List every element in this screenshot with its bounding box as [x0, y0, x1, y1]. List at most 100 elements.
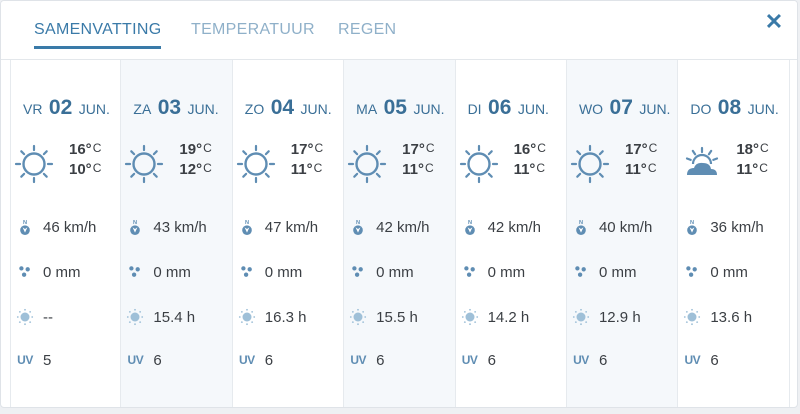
temp-unit: C: [203, 141, 212, 155]
day-column[interactable]: WO 07 JUN. 17°C 11°C N 40 km/h 0 mm 12.9…: [566, 60, 679, 407]
wind-row: N 47 km/h: [237, 217, 318, 237]
uv-index: 6: [376, 351, 385, 369]
day-column[interactable]: VR 02 JUN. 16°C 10°C N 46 km/h 0 mm -- U…: [10, 60, 122, 407]
temp-unit: C: [648, 141, 658, 155]
day-number: 07: [609, 96, 633, 119]
day-columns: VR 02 JUN. 16° C 10° C N 46 km/h 0 mm -- U…: [10, 60, 790, 407]
uv-row: UV 5: [15, 350, 51, 370]
sunshine-icon: [237, 307, 257, 327]
day-date: VR 02 JUN.: [23, 96, 110, 120]
day-of-week: WO: [578, 101, 604, 117]
temperature-range: 17°C 11°C: [625, 140, 657, 180]
day-date: WO 07 JUN.: [579, 96, 671, 120]
wind-direction-icon: N: [571, 217, 591, 237]
day-of-week: MA: [356, 101, 378, 117]
sun-icon: [236, 144, 276, 184]
day-of-week: DO: [690, 101, 712, 117]
temp-max: 17°: [402, 141, 425, 158]
temp-unit: C: [314, 141, 324, 155]
wind-direction-icon: N: [15, 217, 35, 237]
temp-unit: C: [536, 161, 546, 175]
day-month: JUN.: [300, 101, 332, 117]
tab-regen[interactable]: REGEN: [338, 21, 396, 39]
day-month: JUN.: [187, 101, 219, 117]
temp-min: 11°: [624, 161, 647, 178]
uv-label: UV: [17, 353, 33, 367]
wind-direction-icon: N: [237, 217, 257, 237]
close-icon[interactable]: ✕: [763, 11, 785, 33]
day-column[interactable]: ZA 03 JUN. 19°C 12°C N 43 km/h 0 mm 15.4…: [121, 60, 233, 407]
rain-drops-icon: [682, 262, 702, 282]
day-column[interactable]: ZO 04 JUN. 17°C 11°C N 47 km/h 0 mm 16.3…: [233, 60, 345, 407]
sunshine-icon: [571, 307, 591, 327]
sunshine-hours: --: [43, 308, 53, 326]
wind-row: N 36 km/h: [682, 217, 764, 237]
rain-drops-icon: [237, 262, 257, 282]
rain-amount: 0 mm: [710, 263, 748, 281]
day-number: 05: [383, 96, 407, 119]
svg-text:N: N: [356, 220, 360, 226]
rain-drops-icon: [460, 262, 480, 282]
temp-max: 16°: [69, 141, 92, 158]
day-of-week: DI: [467, 101, 482, 117]
temp-unit: C: [760, 141, 769, 155]
temp-min: 10°: [69, 161, 92, 178]
uv-index: 5: [43, 351, 52, 369]
day-column[interactable]: DI 06 JUN. 16°C 11°C N 42 km/h 0 mm 14.2…: [456, 60, 567, 407]
wind-speed: 40 km/h: [598, 218, 653, 236]
day-number: 02: [48, 96, 73, 119]
rain-drops-icon: [348, 262, 368, 282]
uv-label: UV: [573, 353, 589, 367]
sun-icon: [459, 144, 499, 184]
uv-index: 6: [598, 351, 608, 369]
day-number: 06: [488, 96, 512, 119]
sunshine-hours: 14.2 h: [487, 308, 530, 326]
sunshine-hours: 15.4 h: [153, 308, 196, 326]
day-date: DI 06 JUN.: [468, 96, 549, 120]
temp-min: 12°: [179, 161, 203, 178]
temp-unit: C: [537, 141, 546, 155]
day-of-week: VR: [23, 101, 43, 117]
day-column[interactable]: MA 05 JUN. 17°C 11°C N 42 km/h 0 mm 15.5…: [344, 60, 456, 407]
temp-min: 11°: [290, 161, 313, 178]
rain-row: 0 mm: [682, 262, 748, 282]
temperature-range: 16°C 11°C: [514, 140, 546, 180]
sunshine-row: 16.3 h: [237, 307, 307, 327]
day-month: JUN.: [413, 101, 445, 117]
uv-index: 6: [487, 351, 496, 369]
day-month: JUN.: [747, 101, 779, 117]
sun-icon: [124, 144, 164, 184]
rain-row: 0 mm: [125, 262, 191, 282]
rain-row: 0 mm: [15, 262, 81, 282]
sunshine-icon: [125, 307, 145, 327]
rain-amount: 0 mm: [376, 263, 414, 281]
temp-min: 11°: [736, 161, 759, 178]
sun-icon: [347, 144, 387, 184]
rain-amount: 0 mm: [487, 263, 526, 281]
day-of-week: ZO: [244, 101, 265, 117]
wind-speed: 46 km/h: [43, 218, 97, 236]
wind-row: N 40 km/h: [571, 217, 652, 237]
svg-text:N: N: [579, 220, 583, 226]
uv-index: 6: [264, 351, 274, 369]
temp-unit: C: [647, 161, 657, 175]
sunshine-row: 12.9 h: [571, 307, 641, 327]
sun-icon: [570, 144, 610, 184]
tab-samenvatting[interactable]: SAMENVATTING: [34, 21, 162, 49]
day-number: 03: [157, 96, 182, 119]
wind-speed: 42 km/h: [487, 218, 541, 236]
rain-row: 0 mm: [237, 262, 303, 282]
temp-min: 11°: [513, 161, 536, 178]
wind-speed: 36 km/h: [710, 218, 764, 236]
day-column[interactable]: DO 08 JUN. 18°C 11°C N 36 km/h 0 mm 13.6…: [678, 60, 790, 407]
rain-amount: 0 mm: [153, 263, 191, 281]
rain-amount: 0 mm: [264, 263, 303, 281]
day-date: ZA 03 JUN.: [133, 96, 218, 120]
wind-direction-icon: N: [348, 217, 368, 237]
wind-speed: 43 km/h: [153, 218, 207, 236]
wind-row: N 43 km/h: [125, 217, 207, 237]
rain-drops-icon: [571, 262, 591, 282]
wind-speed: 47 km/h: [264, 218, 319, 236]
tab-temperatuur[interactable]: TEMPERATUUR: [191, 21, 315, 39]
wind-row: N 46 km/h: [15, 217, 96, 237]
